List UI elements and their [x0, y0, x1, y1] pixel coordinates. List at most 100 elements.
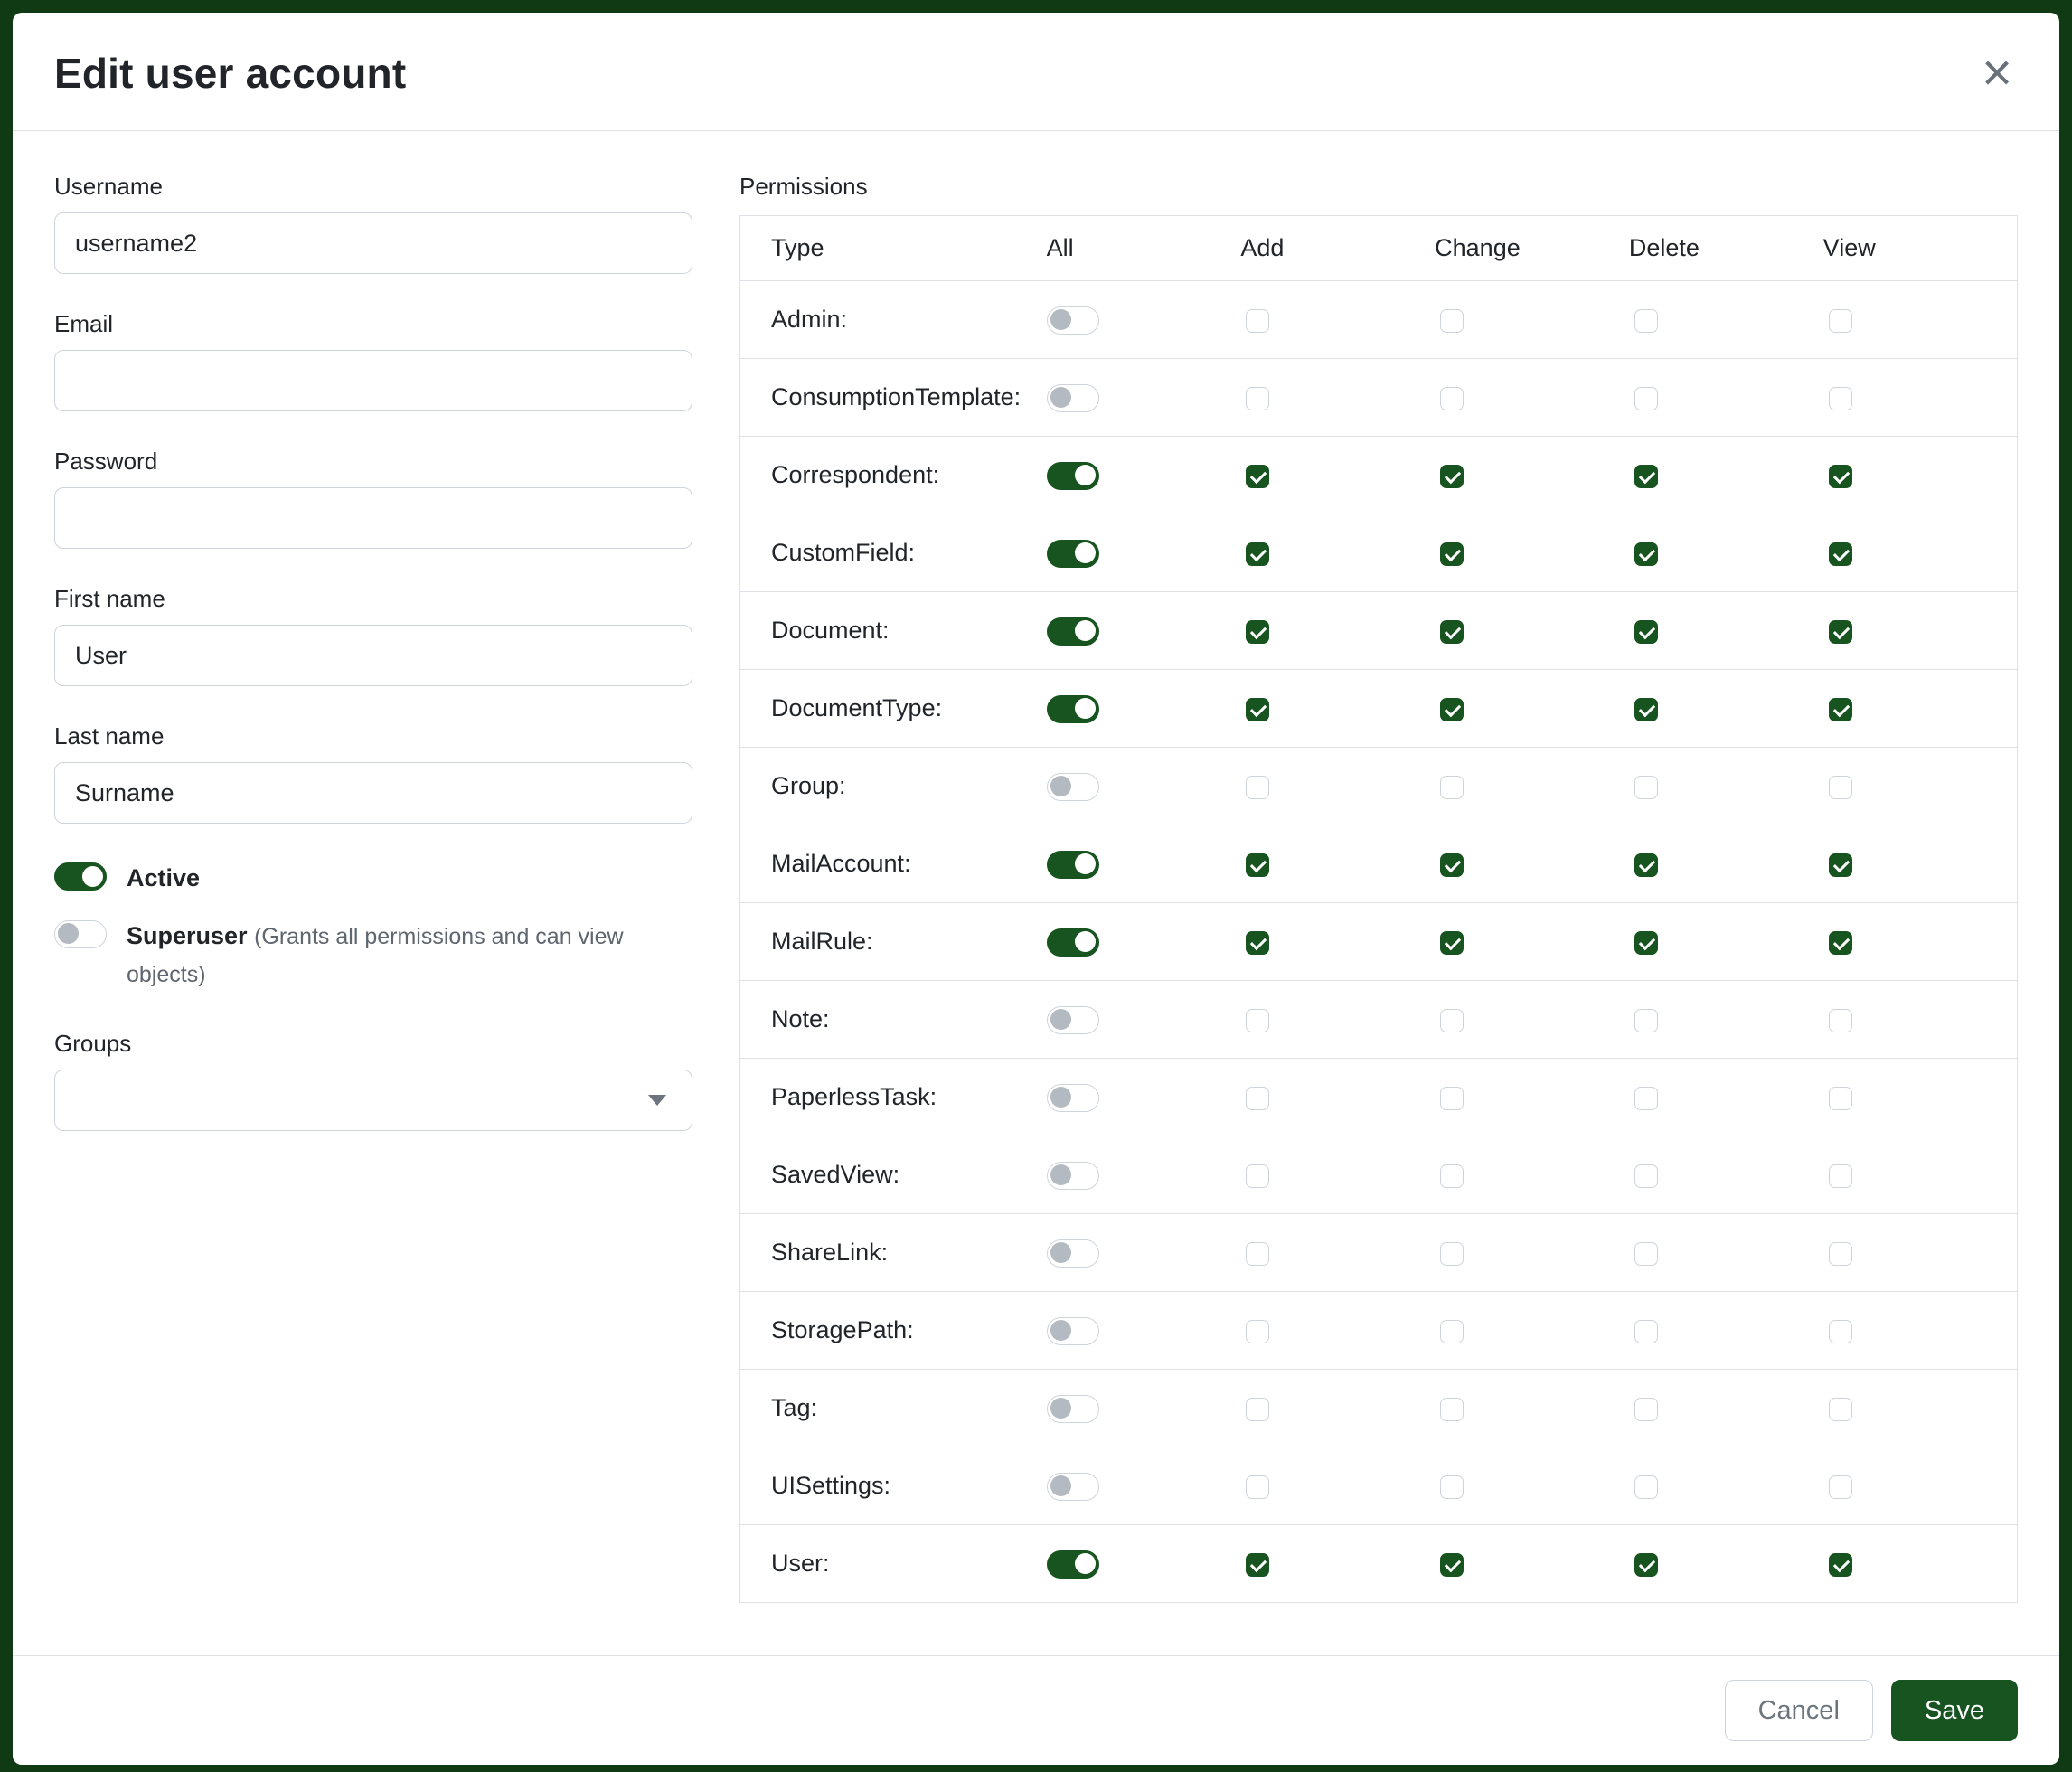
permission-change-checkbox[interactable]: [1440, 309, 1464, 333]
permission-all-toggle[interactable]: [1047, 1473, 1099, 1501]
permission-change-checkbox[interactable]: [1440, 1553, 1464, 1577]
permission-view-checkbox[interactable]: [1829, 853, 1852, 877]
permission-all-toggle[interactable]: [1047, 1550, 1099, 1579]
permission-add-checkbox[interactable]: [1246, 1320, 1269, 1343]
permission-all-toggle[interactable]: [1047, 617, 1099, 646]
permission-view-checkbox[interactable]: [1829, 309, 1852, 333]
permission-add-checkbox[interactable]: [1246, 1553, 1269, 1577]
permission-add-checkbox[interactable]: [1246, 776, 1269, 799]
permission-delete-checkbox[interactable]: [1634, 309, 1658, 333]
permission-all-toggle[interactable]: [1047, 695, 1099, 723]
permission-add-checkbox[interactable]: [1246, 1087, 1269, 1110]
permission-view-checkbox[interactable]: [1829, 465, 1852, 488]
permission-delete-checkbox[interactable]: [1634, 1242, 1658, 1266]
permission-delete-checkbox[interactable]: [1634, 776, 1658, 799]
permission-view-checkbox[interactable]: [1829, 1553, 1852, 1577]
permission-all-toggle[interactable]: [1047, 306, 1099, 335]
permission-all-toggle[interactable]: [1047, 1395, 1099, 1423]
permission-view-checkbox[interactable]: [1829, 931, 1852, 955]
permission-all-toggle[interactable]: [1047, 462, 1099, 490]
superuser-toggle[interactable]: [54, 920, 107, 948]
permission-view-checkbox[interactable]: [1829, 620, 1852, 644]
permission-delete-checkbox[interactable]: [1634, 1164, 1658, 1188]
permissions-table: Type All Add Change Delete View Admin: C…: [739, 215, 2018, 1603]
permission-view-checkbox[interactable]: [1829, 542, 1852, 566]
email-field[interactable]: [54, 350, 692, 411]
permission-all-toggle[interactable]: [1047, 1239, 1099, 1268]
permission-change-checkbox[interactable]: [1440, 620, 1464, 644]
permission-view-checkbox[interactable]: [1829, 1242, 1852, 1266]
username-input[interactable]: [54, 212, 692, 274]
permission-change-checkbox[interactable]: [1440, 542, 1464, 566]
permission-view-checkbox[interactable]: [1829, 1087, 1852, 1110]
permission-add-checkbox[interactable]: [1246, 1398, 1269, 1421]
permission-delete-checkbox[interactable]: [1634, 853, 1658, 877]
active-toggle[interactable]: [54, 862, 107, 891]
permission-all-toggle[interactable]: [1047, 384, 1099, 412]
permission-all-toggle[interactable]: [1047, 928, 1099, 957]
permission-add-checkbox[interactable]: [1246, 387, 1269, 410]
permission-view-checkbox[interactable]: [1829, 1164, 1852, 1188]
permission-delete-checkbox[interactable]: [1634, 465, 1658, 488]
permission-change-checkbox[interactable]: [1440, 776, 1464, 799]
permission-delete-checkbox[interactable]: [1634, 1320, 1658, 1343]
permission-delete-checkbox[interactable]: [1634, 387, 1658, 410]
permission-delete-checkbox[interactable]: [1634, 931, 1658, 955]
permission-change-checkbox[interactable]: [1440, 1320, 1464, 1343]
col-header-view: View: [1823, 216, 2018, 281]
permission-view-checkbox[interactable]: [1829, 1009, 1852, 1032]
permission-add-checkbox[interactable]: [1246, 542, 1269, 566]
permission-all-toggle[interactable]: [1047, 773, 1099, 801]
permission-add-checkbox[interactable]: [1246, 309, 1269, 333]
permission-row: DocumentType:: [740, 670, 2018, 748]
save-button[interactable]: Save: [1891, 1680, 2018, 1741]
permission-add-checkbox[interactable]: [1246, 1164, 1269, 1188]
password-field[interactable]: [54, 487, 692, 549]
permission-delete-checkbox[interactable]: [1634, 620, 1658, 644]
permission-view-checkbox[interactable]: [1829, 698, 1852, 721]
permission-type: Admin:: [740, 281, 1047, 359]
permission-delete-checkbox[interactable]: [1634, 542, 1658, 566]
close-icon[interactable]: ×: [1976, 47, 2018, 99]
permission-view-checkbox[interactable]: [1829, 776, 1852, 799]
permission-all-toggle[interactable]: [1047, 1084, 1099, 1112]
permission-add-checkbox[interactable]: [1246, 931, 1269, 955]
permission-change-checkbox[interactable]: [1440, 1475, 1464, 1499]
permission-all-toggle[interactable]: [1047, 851, 1099, 879]
permission-view-checkbox[interactable]: [1829, 1320, 1852, 1343]
permission-view-checkbox[interactable]: [1829, 387, 1852, 410]
permission-delete-checkbox[interactable]: [1634, 698, 1658, 721]
permission-change-checkbox[interactable]: [1440, 1164, 1464, 1188]
permission-add-checkbox[interactable]: [1246, 1242, 1269, 1266]
permission-view-checkbox[interactable]: [1829, 1398, 1852, 1421]
permission-add-checkbox[interactable]: [1246, 853, 1269, 877]
permission-add-checkbox[interactable]: [1246, 1009, 1269, 1032]
permission-add-checkbox[interactable]: [1246, 620, 1269, 644]
permission-all-toggle[interactable]: [1047, 1162, 1099, 1190]
permission-change-checkbox[interactable]: [1440, 931, 1464, 955]
permission-delete-checkbox[interactable]: [1634, 1009, 1658, 1032]
groups-select[interactable]: [54, 1070, 692, 1131]
permission-delete-checkbox[interactable]: [1634, 1087, 1658, 1110]
permission-change-checkbox[interactable]: [1440, 853, 1464, 877]
permission-change-checkbox[interactable]: [1440, 1242, 1464, 1266]
last-name-field[interactable]: [54, 762, 692, 824]
permission-all-toggle[interactable]: [1047, 1317, 1099, 1345]
permission-change-checkbox[interactable]: [1440, 387, 1464, 410]
cancel-button[interactable]: Cancel: [1725, 1680, 1873, 1741]
permission-delete-checkbox[interactable]: [1634, 1398, 1658, 1421]
permission-change-checkbox[interactable]: [1440, 1087, 1464, 1110]
permission-view-checkbox[interactable]: [1829, 1475, 1852, 1499]
permission-add-checkbox[interactable]: [1246, 465, 1269, 488]
permission-change-checkbox[interactable]: [1440, 465, 1464, 488]
permission-all-toggle[interactable]: [1047, 540, 1099, 568]
permission-change-checkbox[interactable]: [1440, 1398, 1464, 1421]
permission-change-checkbox[interactable]: [1440, 698, 1464, 721]
permission-change-checkbox[interactable]: [1440, 1009, 1464, 1032]
permission-delete-checkbox[interactable]: [1634, 1553, 1658, 1577]
permission-all-toggle[interactable]: [1047, 1006, 1099, 1034]
first-name-field[interactable]: [54, 625, 692, 686]
permission-add-checkbox[interactable]: [1246, 698, 1269, 721]
permission-add-checkbox[interactable]: [1246, 1475, 1269, 1499]
permission-delete-checkbox[interactable]: [1634, 1475, 1658, 1499]
